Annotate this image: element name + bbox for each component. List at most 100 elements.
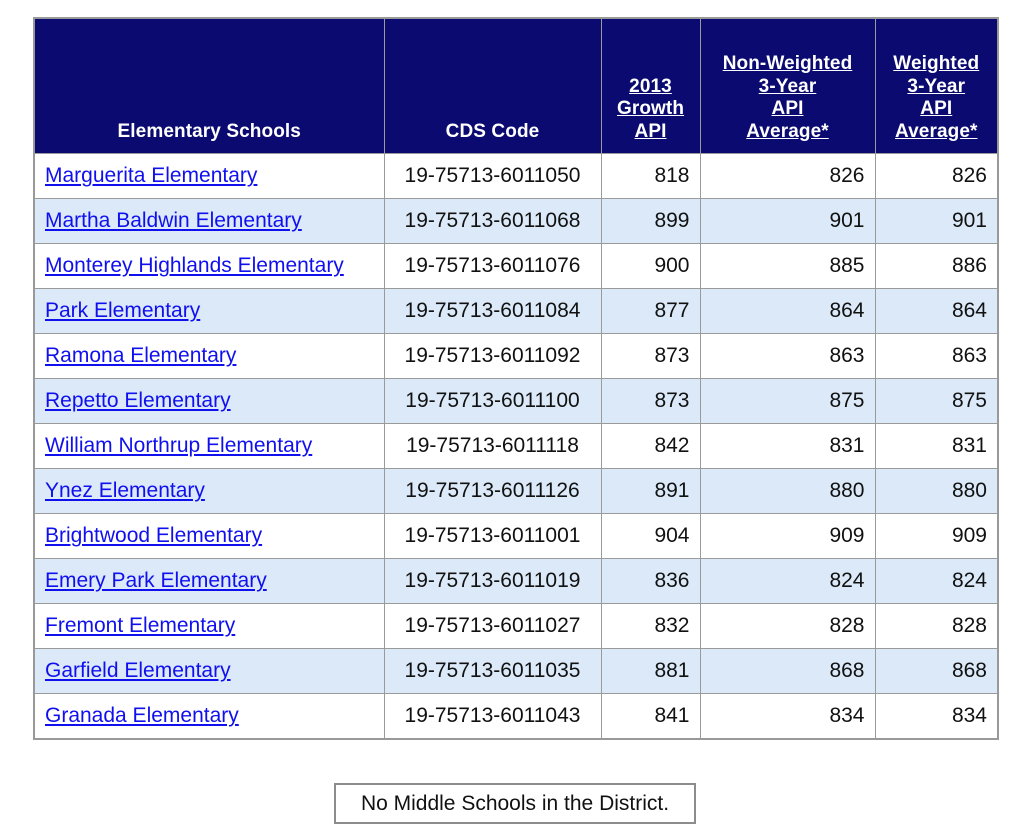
cell-wt-value: 834 bbox=[874, 693, 999, 740]
cell-nonwt-value: 885 bbox=[699, 243, 876, 289]
cell-growth-value: 832 bbox=[600, 603, 701, 649]
column-header-weighted-3-year-api-average: Weighted 3-Year API Average* bbox=[874, 17, 999, 154]
elementary-schools-api-table: Elementary Schools CDS Code 2013 Growth … bbox=[33, 17, 999, 740]
school-link[interactable]: Ynez Elementary bbox=[45, 479, 205, 502]
column-header-label: Elementary Schools bbox=[117, 121, 301, 143]
school-link[interactable]: Brightwood Elementary bbox=[45, 524, 262, 547]
cell-school-name: Repetto Elementary bbox=[33, 378, 385, 424]
cell-nonwt-value: 868 bbox=[699, 648, 876, 694]
table-row: Repetto Elementary 19-75713-6011100 873 875… bbox=[33, 378, 999, 424]
cell-nonwt-value: 875 bbox=[699, 378, 876, 424]
cell-school-name: Granada Elementary bbox=[33, 693, 385, 740]
cell-school-name: William Northrup Elementary bbox=[33, 423, 385, 469]
column-header-2013-growth-api: 2013 Growth API bbox=[600, 17, 701, 154]
column-header-line-4: Average* bbox=[746, 121, 829, 143]
cell-wt-value: 863 bbox=[874, 333, 999, 379]
api-table-container: Elementary Schools CDS Code 2013 Growth … bbox=[33, 17, 999, 740]
cell-wt-value: 909 bbox=[874, 513, 999, 559]
cell-growth-value: 818 bbox=[600, 153, 701, 199]
cell-growth-value: 841 bbox=[600, 693, 701, 740]
cell-school-name: Ramona Elementary bbox=[33, 333, 385, 379]
cell-wt-value: 864 bbox=[874, 288, 999, 334]
column-header-line-1: Non-Weighted bbox=[722, 52, 853, 74]
column-header-elementary-schools: Elementary Schools bbox=[33, 17, 385, 154]
cell-cds-code: 19-75713-6011001 bbox=[383, 513, 602, 559]
school-link[interactable]: Park Elementary bbox=[45, 299, 200, 322]
school-link[interactable]: Garfield Elementary bbox=[45, 659, 231, 682]
column-header-line-3: API bbox=[634, 121, 667, 143]
cell-nonwt-value: 863 bbox=[699, 333, 876, 379]
cell-cds-code: 19-75713-6011027 bbox=[383, 603, 602, 649]
cell-wt-value: 868 bbox=[874, 648, 999, 694]
cell-cds-code: 19-75713-6011092 bbox=[383, 333, 602, 379]
school-link[interactable]: Monterey Highlands Elementary bbox=[45, 254, 344, 277]
column-header-label: CDS Code bbox=[445, 121, 540, 143]
cell-growth-value: 842 bbox=[600, 423, 701, 469]
cell-cds-code: 19-75713-6011043 bbox=[383, 693, 602, 740]
cell-school-name: Emery Park Elementary bbox=[33, 558, 385, 604]
cell-wt-value: 880 bbox=[874, 468, 999, 514]
cell-school-name: Martha Baldwin Elementary bbox=[33, 198, 385, 244]
cell-nonwt-value: 880 bbox=[699, 468, 876, 514]
cell-wt-value: 875 bbox=[874, 378, 999, 424]
cell-wt-value: 826 bbox=[874, 153, 999, 199]
cell-cds-code: 19-75713-6011068 bbox=[383, 198, 602, 244]
cell-growth-value: 891 bbox=[600, 468, 701, 514]
cell-nonwt-value: 834 bbox=[699, 693, 876, 740]
cell-growth-value: 881 bbox=[600, 648, 701, 694]
cell-nonwt-value: 828 bbox=[699, 603, 876, 649]
cell-nonwt-value: 824 bbox=[699, 558, 876, 604]
page-root: Elementary Schools CDS Code 2013 Growth … bbox=[0, 0, 1024, 839]
column-header-line-4: Average* bbox=[895, 121, 978, 143]
table-row: Park Elementary 19-75713-6011084 877 864 864 bbox=[33, 288, 999, 334]
table-row: Brightwood Elementary 19-75713-6011001 904… bbox=[33, 513, 999, 559]
cell-growth-value: 900 bbox=[600, 243, 701, 289]
school-link[interactable]: Marguerita Elementary bbox=[45, 164, 257, 187]
cell-cds-code: 19-75713-6011126 bbox=[383, 468, 602, 514]
column-header-non-weighted-3-year-api-average: Non-Weighted 3-Year API Average* bbox=[699, 17, 876, 154]
cell-cds-code: 19-75713-6011084 bbox=[383, 288, 602, 334]
table-row: Granada Elementary 19-75713-6011043 841 834… bbox=[33, 693, 999, 740]
table-row: Fremont Elementary 19-75713-6011027 832 828… bbox=[33, 603, 999, 649]
school-link[interactable]: Ramona Elementary bbox=[45, 344, 236, 367]
school-link[interactable]: Emery Park Elementary bbox=[45, 569, 267, 592]
cell-cds-code: 19-75713-6011050 bbox=[383, 153, 602, 199]
cell-school-name: Marguerita Elementary bbox=[33, 153, 385, 199]
cell-school-name: Garfield Elementary bbox=[33, 648, 385, 694]
cell-school-name: Fremont Elementary bbox=[33, 603, 385, 649]
cell-cds-code: 19-75713-6011019 bbox=[383, 558, 602, 604]
cell-school-name: Monterey Highlands Elementary bbox=[33, 243, 385, 289]
cell-school-name: Brightwood Elementary bbox=[33, 513, 385, 559]
cell-wt-value: 901 bbox=[874, 198, 999, 244]
table-row: William Northrup Elementary 19-75713-6011… bbox=[33, 423, 999, 469]
cell-nonwt-value: 901 bbox=[699, 198, 876, 244]
column-header-line-1: Weighted bbox=[893, 52, 980, 74]
cell-cds-code: 19-75713-6011035 bbox=[383, 648, 602, 694]
table-row: Ynez Elementary 19-75713-6011126 891 880 880 bbox=[33, 468, 999, 514]
no-middle-schools-note-box: No Middle Schools in the District. bbox=[334, 783, 696, 824]
cell-wt-value: 886 bbox=[874, 243, 999, 289]
table-row: Monterey Highlands Elementary 19-75713-60… bbox=[33, 243, 999, 289]
cell-cds-code: 19-75713-6011100 bbox=[383, 378, 602, 424]
column-header-line-1: 2013 bbox=[629, 75, 672, 97]
school-link[interactable]: William Northrup Elementary bbox=[45, 434, 312, 457]
column-header-cds-code: CDS Code bbox=[383, 17, 602, 154]
cell-growth-value: 836 bbox=[600, 558, 701, 604]
table-row: Garfield Elementary 19-75713-6011035 881 86… bbox=[33, 648, 999, 694]
cell-growth-value: 877 bbox=[600, 288, 701, 334]
table-body: Marguerita Elementary 19-75713-6011050 818… bbox=[33, 153, 999, 740]
cell-school-name: Ynez Elementary bbox=[33, 468, 385, 514]
school-link[interactable]: Repetto Elementary bbox=[45, 389, 231, 412]
school-link[interactable]: Fremont Elementary bbox=[45, 614, 235, 637]
table-row: Ramona Elementary 19-75713-6011092 873 863 8… bbox=[33, 333, 999, 379]
school-link[interactable]: Granada Elementary bbox=[45, 704, 239, 727]
column-header-line-3: API bbox=[920, 98, 953, 120]
cell-growth-value: 873 bbox=[600, 333, 701, 379]
cell-cds-code: 19-75713-6011118 bbox=[383, 423, 602, 469]
cell-wt-value: 824 bbox=[874, 558, 999, 604]
column-header-line-2: Growth bbox=[616, 98, 685, 120]
table-row: Marguerita Elementary 19-75713-6011050 818… bbox=[33, 153, 999, 199]
cell-nonwt-value: 826 bbox=[699, 153, 876, 199]
table-row: Martha Baldwin Elementary 19-75713-601106… bbox=[33, 198, 999, 244]
school-link[interactable]: Martha Baldwin Elementary bbox=[45, 209, 302, 232]
